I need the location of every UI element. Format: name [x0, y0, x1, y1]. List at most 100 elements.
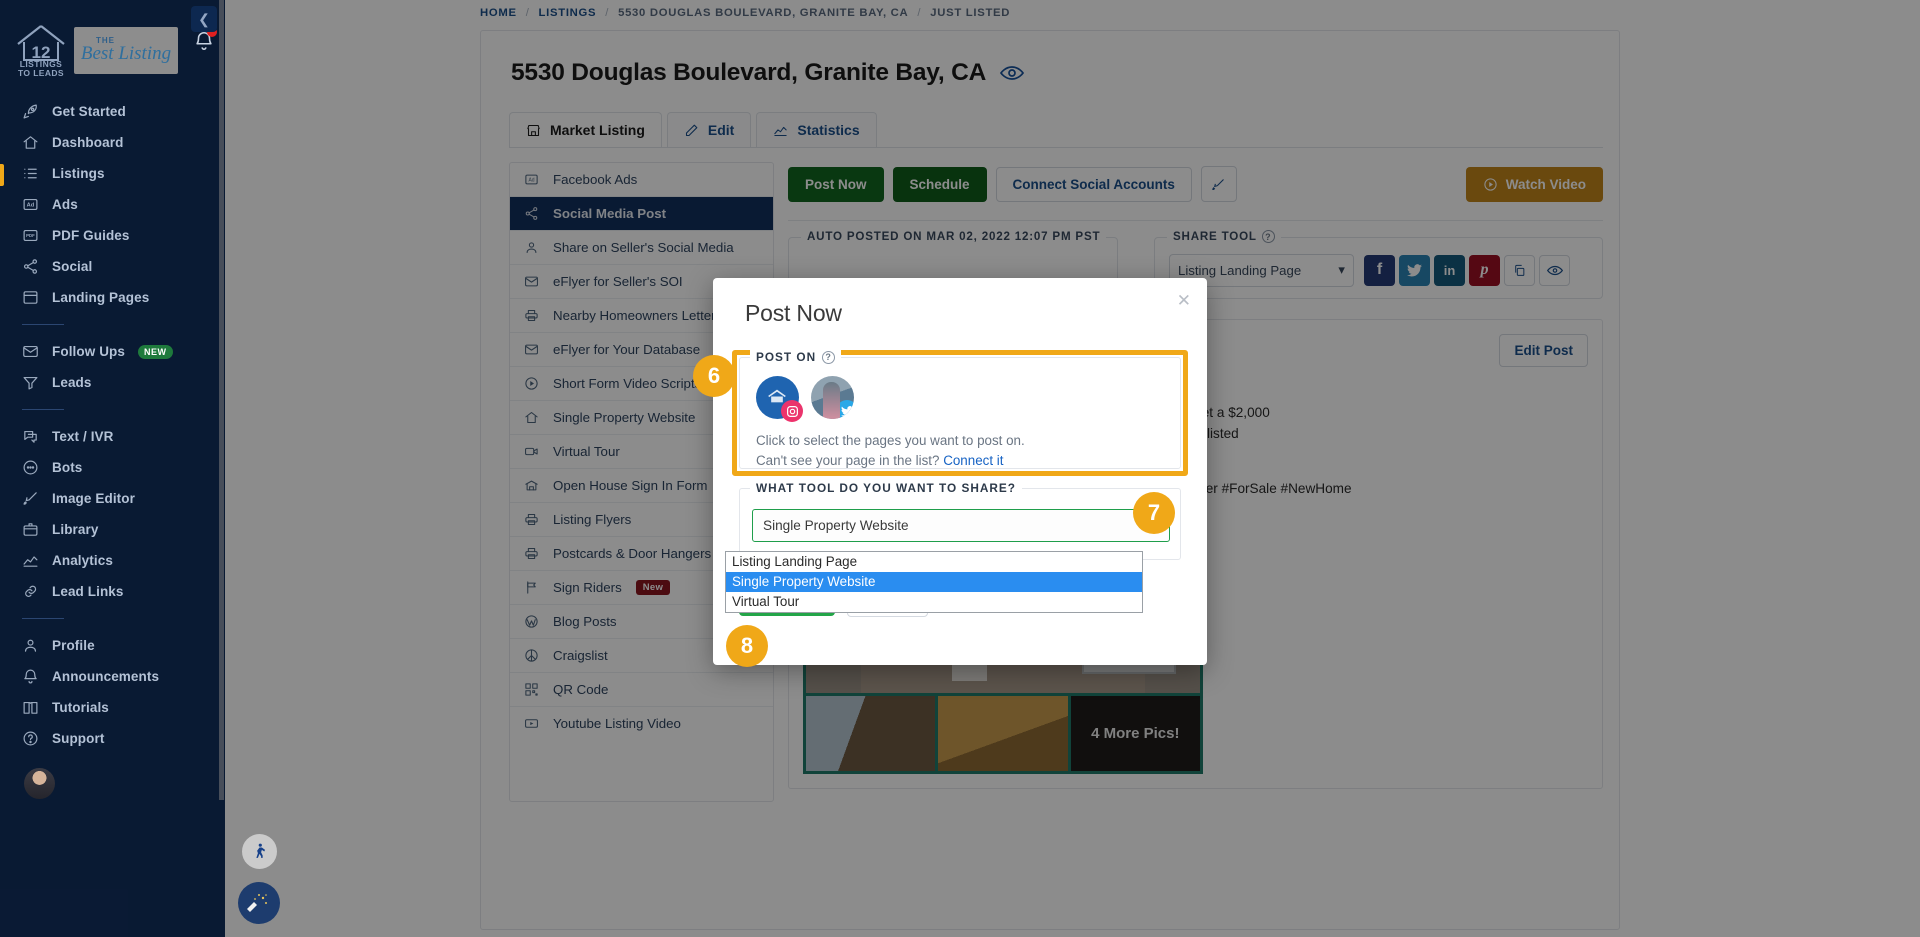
linkedin-icon[interactable]: in: [1434, 254, 1465, 286]
post-on-legend-label: POST ON: [756, 350, 817, 364]
sidebar-item-lead-links[interactable]: Lead Links: [0, 576, 225, 607]
breadcrumb-item[interactable]: LISTINGS: [539, 7, 597, 19]
tool-select-input[interactable]: Single Property Website ▾: [752, 509, 1170, 542]
sidebar-item-bots[interactable]: Bots: [0, 452, 225, 483]
connect-social-accounts-button[interactable]: Connect Social Accounts: [995, 166, 1192, 202]
thumbnail-1: [806, 696, 939, 771]
pdf-icon: PDF: [22, 227, 39, 244]
logo-text: LISTINGS TO LEADS: [17, 59, 65, 78]
facebook-icon[interactable]: f: [1364, 254, 1395, 286]
chart-icon: [773, 123, 788, 138]
bell-icon: [22, 668, 39, 685]
tool-select-fieldset: WHAT TOOL DO YOU WANT TO SHARE? Single P…: [739, 481, 1181, 560]
svg-text:Ad: Ad: [27, 203, 35, 209]
brush-icon[interactable]: [1200, 166, 1237, 202]
close-icon[interactable]: ✕: [1177, 292, 1191, 309]
tool-item-label: Share on Seller's Social Media: [553, 240, 734, 255]
sidebar-user-avatar[interactable]: [24, 768, 55, 799]
accessibility-widget-button[interactable]: [242, 834, 277, 869]
storefront-icon: [526, 123, 541, 138]
pinterest-icon[interactable]: p: [1469, 254, 1500, 286]
sidebar-item-text-ivr[interactable]: Text / IVR: [0, 421, 225, 452]
night-mode-widget-button[interactable]: [238, 882, 280, 924]
sidebar-collapse-button[interactable]: ❮: [191, 6, 217, 32]
list-icon: [22, 165, 39, 182]
sidebar-item-landing-pages[interactable]: Landing Pages: [0, 282, 225, 313]
notification-bell-icon[interactable]: [193, 27, 217, 52]
post-now-button[interactable]: Post Now: [788, 166, 884, 202]
sidebar-item-pdf-guides[interactable]: PDF PDF Guides: [0, 220, 225, 251]
sidebar-item-library[interactable]: Library: [0, 514, 225, 545]
tool-item-qr-code[interactable]: QR Code: [510, 673, 773, 707]
tool-item-share-on-seller-s-social-media[interactable]: Share on Seller's Social Media: [510, 231, 773, 265]
tool-item-label: Nearby Homeowners Letter: [553, 308, 716, 323]
tool-item-label: QR Code: [553, 682, 609, 697]
tool-option-listing-landing-page[interactable]: Listing Landing Page: [726, 552, 1142, 572]
share-social-buttons: f in p: [1364, 254, 1570, 286]
edit-post-button[interactable]: Edit Post: [1499, 334, 1588, 367]
sidebar-item-label: Landing Pages: [52, 290, 150, 305]
sidebar-item-label: Get Started: [52, 104, 126, 119]
twitter-account-avatar[interactable]: [811, 376, 854, 419]
pencil-icon: [684, 123, 699, 138]
tab-market-listing[interactable]: Market Listing: [509, 112, 662, 147]
schedule-button[interactable]: Schedule: [892, 166, 987, 202]
facebook-instagram-account-avatar[interactable]: [756, 376, 803, 422]
sidebar-item-badge: NEW: [138, 344, 173, 359]
logo-main-text: Best Listing: [80, 43, 172, 64]
sidebar-item-follow-ups[interactable]: Follow Ups NEW: [0, 336, 225, 367]
building-icon: [524, 478, 539, 493]
post-on-accounts: [740, 358, 1180, 422]
breadcrumb-item[interactable]: JUST LISTED: [930, 7, 1010, 19]
question-icon[interactable]: ?: [1261, 230, 1275, 243]
printer-icon: [524, 308, 539, 323]
sidebar-item-get-started[interactable]: Get Started: [0, 96, 225, 127]
sidebar-item-leads[interactable]: Leads: [0, 367, 225, 398]
sidebar-item-ads[interactable]: Ad Ads: [0, 189, 225, 220]
sidebar-item-label: Leads: [52, 375, 92, 390]
sidebar-item-analytics[interactable]: Analytics: [0, 545, 225, 576]
tool-item-youtube-listing-video[interactable]: Youtube Listing Video: [510, 707, 773, 740]
sidebar-item-tutorials[interactable]: Tutorials: [0, 692, 225, 723]
copy-icon[interactable]: [1504, 254, 1535, 286]
eye-icon[interactable]: [1539, 254, 1570, 286]
home-icon: [22, 134, 39, 151]
home-icon: [524, 410, 539, 425]
envelope-icon: [524, 342, 539, 357]
tab-edit[interactable]: Edit: [666, 112, 752, 147]
tool-option-virtual-tour[interactable]: Virtual Tour: [726, 592, 1142, 612]
sidebar-scrollbar[interactable]: [219, 0, 224, 800]
tool-option-single-property-website[interactable]: Single Property Website: [726, 572, 1142, 592]
tab-statistics[interactable]: Statistics: [756, 112, 877, 147]
preview-eye-icon[interactable]: [1000, 65, 1025, 81]
tool-item-facebook-ads[interactable]: Ad Facebook Ads: [510, 163, 773, 197]
sidebar-item-social[interactable]: Social: [0, 251, 225, 282]
thumbnail-3-more: 4 More Pics!: [1070, 696, 1200, 771]
sidebar-item-profile[interactable]: Profile: [0, 630, 225, 661]
sidebar-item-listings[interactable]: Listings: [0, 158, 225, 189]
wordpress-icon: [524, 614, 539, 629]
book-icon: [22, 699, 39, 716]
connect-it-link[interactable]: Connect it: [943, 453, 1003, 468]
tool-select-dropdown[interactable]: Listing Landing Page Single Property Webs…: [725, 551, 1143, 613]
share-tool-legend-label: SHARE TOOL: [1173, 230, 1257, 243]
question-icon[interactable]: ?: [822, 350, 836, 364]
twitter-icon[interactable]: [1399, 254, 1430, 286]
share-icon: [22, 258, 39, 275]
funnel-icon: [22, 374, 39, 391]
sidebar-item-dashboard[interactable]: Dashboard: [0, 127, 225, 158]
watch-video-button[interactable]: Watch Video: [1465, 166, 1603, 202]
svg-text:PDF: PDF: [26, 233, 35, 238]
qr-icon: [524, 682, 539, 697]
sidebar-item-image-editor[interactable]: Image Editor: [0, 483, 225, 514]
tool-item-social-media-post[interactable]: Social Media Post: [510, 197, 773, 231]
tab-label: Statistics: [797, 122, 860, 138]
best-listing-logo: THE Best Listing: [74, 26, 178, 74]
breadcrumb-item[interactable]: HOME: [480, 7, 517, 19]
sidebar-item-support[interactable]: Support: [0, 723, 225, 754]
sidebar-item-announcements[interactable]: Announcements: [0, 661, 225, 692]
breadcrumb-item[interactable]: 5530 DOUGLAS BOULEVARD, GRANITE BAY, CA: [618, 7, 908, 19]
tool-item-label: eFlyer for Seller's SOI: [553, 274, 683, 289]
tool-item-label: Youtube Listing Video: [553, 716, 681, 731]
share-tool-fieldset: SHARE TOOL ? Listing Landing Page ▾ f in…: [1154, 230, 1603, 299]
